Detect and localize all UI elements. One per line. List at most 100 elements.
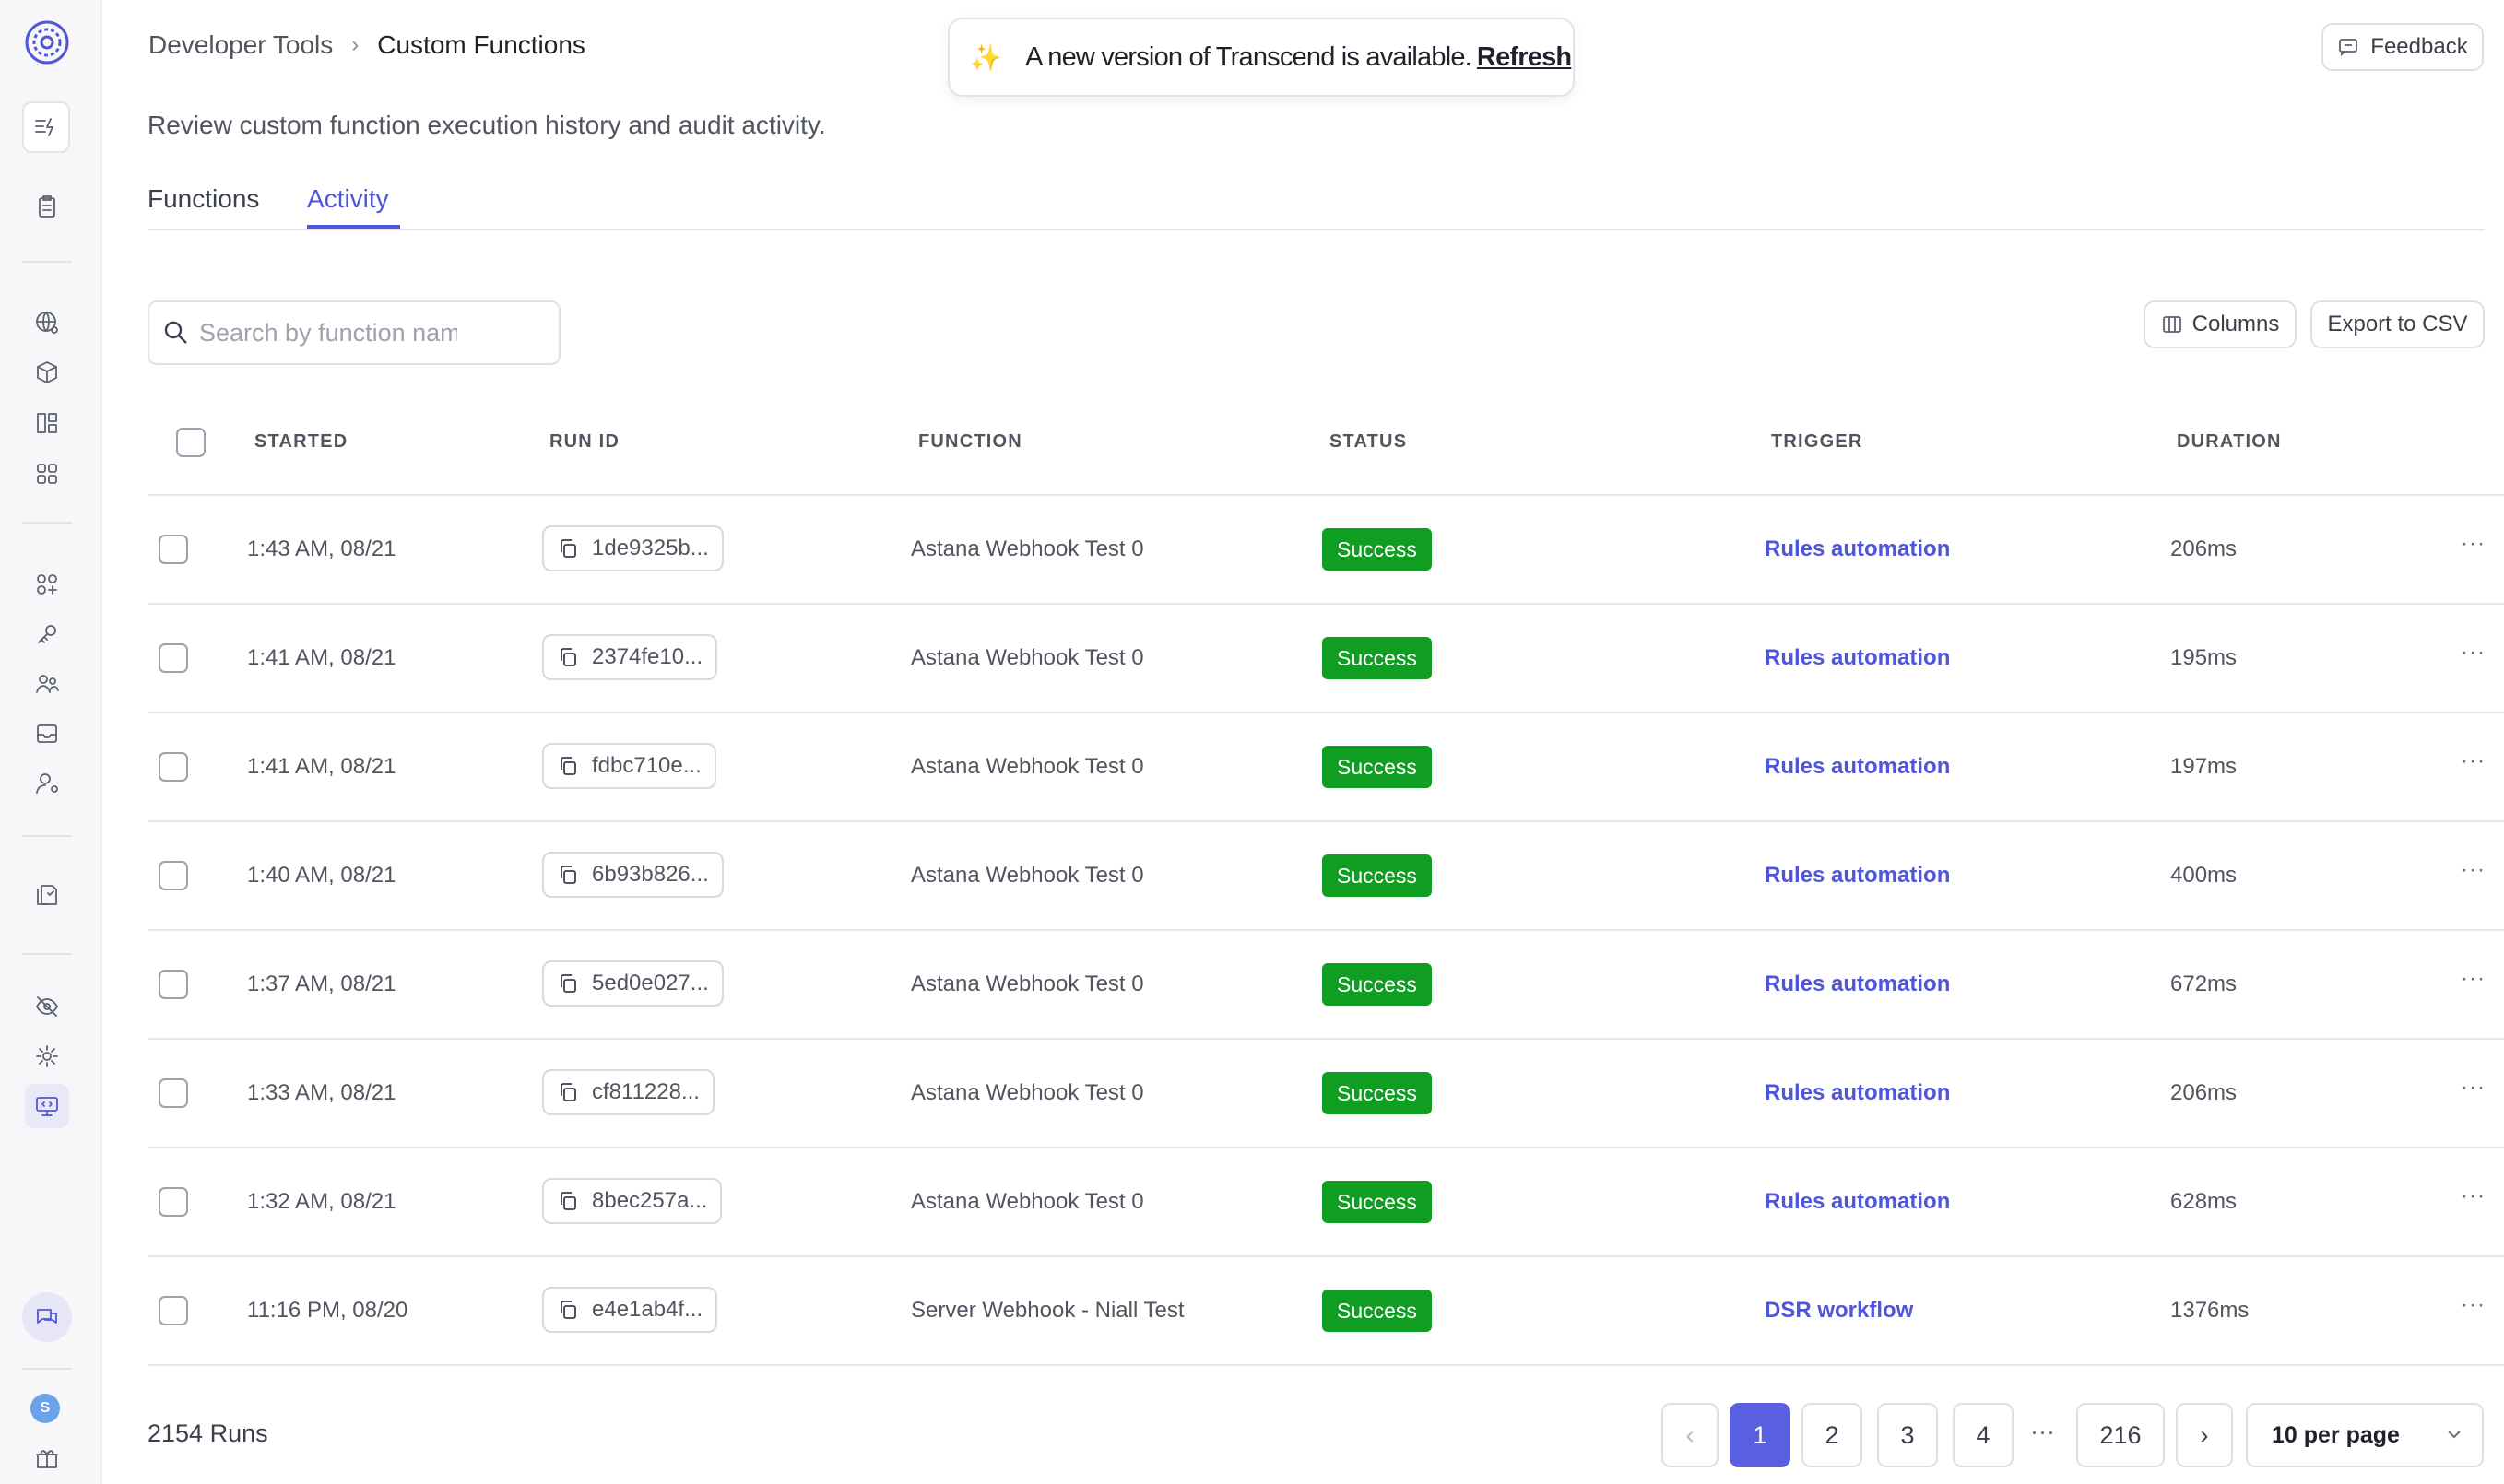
table-row[interactable]: 1:41 AM, 08/21 2374fe10... Astana Webhoo…: [148, 605, 2504, 713]
row-menu-button[interactable]: ···: [2461, 1292, 2486, 1318]
row-checkbox[interactable]: [159, 535, 188, 564]
table-row[interactable]: 1:33 AM, 08/21 cf811228... Astana Webhoo…: [148, 1040, 2504, 1148]
run-id-copy-button[interactable]: e4e1ab4f...: [542, 1287, 718, 1333]
table-row[interactable]: 1:32 AM, 08/21 8bec257a... Astana Webhoo…: [148, 1148, 2504, 1257]
globe-settings-icon[interactable]: [25, 300, 69, 345]
row-menu-button[interactable]: ···: [2461, 640, 2486, 665]
shield-document-icon[interactable]: [25, 873, 69, 917]
run-id-copy-button[interactable]: cf811228...: [542, 1069, 715, 1115]
column-header-status[interactable]: STATUS: [1329, 431, 1407, 453]
column-header-duration[interactable]: DURATION: [2177, 431, 2282, 453]
page-button-1[interactable]: 1: [1730, 1403, 1790, 1467]
status-badge: Success: [1322, 637, 1432, 679]
row-checkbox[interactable]: [159, 1078, 188, 1108]
sidebar-divider: [22, 835, 72, 837]
row-menu-button[interactable]: ···: [2461, 1075, 2486, 1101]
layout-grid-icon[interactable]: [25, 401, 69, 445]
run-id-copy-button[interactable]: 5ed0e027...: [542, 960, 724, 1007]
page-button-3[interactable]: 3: [1877, 1403, 1938, 1467]
breadcrumb-developer-tools[interactable]: Developer Tools: [148, 30, 333, 60]
select-all-checkbox[interactable]: [176, 428, 206, 457]
row-checkbox[interactable]: [159, 1187, 188, 1217]
users-icon[interactable]: [25, 662, 69, 706]
row-menu-button[interactable]: ···: [2461, 857, 2486, 883]
column-header-function[interactable]: FUNCTION: [918, 431, 1022, 453]
tab-activity[interactable]: Activity: [307, 184, 389, 214]
trigger-link[interactable]: Rules automation: [1765, 931, 1950, 1038]
page-button-2[interactable]: 2: [1801, 1403, 1862, 1467]
trigger-link[interactable]: Rules automation: [1765, 1040, 1950, 1147]
refresh-link[interactable]: Refresh: [1477, 42, 1572, 73]
column-header-started[interactable]: STARTED: [254, 431, 348, 453]
run-id-copy-button[interactable]: fdbc710e...: [542, 743, 716, 789]
columns-button[interactable]: Columns: [2144, 300, 2297, 348]
table-row[interactable]: 1:37 AM, 08/21 5ed0e027... Astana Webhoo…: [148, 931, 2504, 1040]
runs-count: 2154 Runs: [148, 1419, 268, 1447]
row-menu-button[interactable]: ···: [2461, 1184, 2486, 1209]
eye-off-icon[interactable]: [25, 984, 69, 1029]
per-page-select[interactable]: 10 per page: [2246, 1403, 2484, 1467]
apps-icon[interactable]: [25, 452, 69, 496]
run-id-text: fdbc710e...: [592, 753, 702, 778]
started-cell: 1:32 AM, 08/21: [247, 1189, 396, 1214]
trigger-link[interactable]: Rules automation: [1765, 822, 1950, 929]
sidebar-toggle-icon[interactable]: [22, 101, 70, 153]
trigger-link[interactable]: Rules automation: [1765, 1148, 1950, 1255]
chat-icon[interactable]: [22, 1292, 72, 1342]
run-id-copy-button[interactable]: 2374fe10...: [542, 634, 718, 680]
search-input[interactable]: [199, 318, 457, 347]
row-checkbox[interactable]: [159, 861, 188, 890]
row-checkbox[interactable]: [159, 643, 188, 673]
trigger-link[interactable]: DSR workflow: [1765, 1257, 1913, 1364]
run-id-copy-button[interactable]: 8bec257a...: [542, 1178, 723, 1224]
trigger-link[interactable]: Rules automation: [1765, 605, 1950, 712]
copy-icon: [561, 1301, 576, 1319]
run-id-copy-button[interactable]: 1de9325b...: [542, 525, 724, 571]
gift-icon[interactable]: [25, 1436, 69, 1480]
started-cell: 1:41 AM, 08/21: [247, 754, 396, 779]
row-checkbox[interactable]: [159, 970, 188, 999]
trigger-link[interactable]: Rules automation: [1765, 713, 1950, 820]
row-checkbox[interactable]: [159, 752, 188, 782]
sidebar: S: [0, 0, 102, 1484]
user-settings-icon[interactable]: [25, 761, 69, 806]
breadcrumb-separator: ›: [351, 32, 360, 57]
row-checkbox[interactable]: [159, 1296, 188, 1325]
feedback-button[interactable]: Feedback: [2321, 23, 2484, 71]
duration-cell: 206ms: [2170, 1080, 2238, 1105]
integrations-icon[interactable]: [25, 562, 69, 607]
page-button-last[interactable]: 216: [2076, 1403, 2165, 1467]
run-id-copy-button[interactable]: 6b93b826...: [542, 852, 724, 898]
row-menu-button[interactable]: ···: [2461, 966, 2486, 992]
prev-page-button[interactable]: ‹: [1661, 1403, 1719, 1467]
run-id-text: 1de9325b...: [592, 536, 709, 560]
cube-icon[interactable]: [25, 350, 69, 395]
row-menu-button[interactable]: ···: [2461, 748, 2486, 774]
table-row[interactable]: 11:16 PM, 08/20 e4e1ab4f... Server Webho…: [148, 1257, 2504, 1366]
trigger-link[interactable]: Rules automation: [1765, 496, 1950, 603]
table-row[interactable]: 1:43 AM, 08/21 1de9325b... Astana Webhoo…: [148, 496, 2504, 605]
gear-icon[interactable]: [25, 1034, 69, 1078]
row-menu-button[interactable]: ···: [2461, 531, 2486, 557]
column-header-run-id[interactable]: RUN ID: [549, 431, 620, 453]
export-csv-button[interactable]: Export to CSV: [2310, 300, 2485, 348]
tab-functions[interactable]: Functions: [148, 184, 259, 214]
transcend-logo-icon[interactable]: [23, 18, 71, 66]
update-toast: ✨ A new version of Transcend is availabl…: [948, 18, 1575, 97]
run-id-text: 8bec257a...: [592, 1188, 708, 1213]
table-row[interactable]: 1:40 AM, 08/21 6b93b826... Astana Webhoo…: [148, 822, 2504, 931]
column-header-trigger[interactable]: TRIGGER: [1771, 431, 1863, 453]
page-button-4[interactable]: 4: [1953, 1403, 2014, 1467]
key-icon[interactable]: [25, 612, 69, 656]
inbox-icon[interactable]: [25, 712, 69, 756]
clipboard-icon[interactable]: [25, 184, 69, 229]
next-page-button[interactable]: ›: [2176, 1403, 2233, 1467]
active-tab-indicator: [307, 225, 400, 229]
breadcrumb: Developer Tools › Custom Functions: [148, 30, 585, 60]
developer-tools-icon[interactable]: [25, 1084, 69, 1128]
table-row[interactable]: 1:41 AM, 08/21 fdbc710e... Astana Webhoo…: [148, 713, 2504, 822]
duration-cell: 195ms: [2170, 645, 2238, 670]
run-id-text: 5ed0e027...: [592, 971, 709, 995]
avatar[interactable]: S: [30, 1394, 60, 1423]
chevron-down-icon: [2448, 1431, 2461, 1439]
